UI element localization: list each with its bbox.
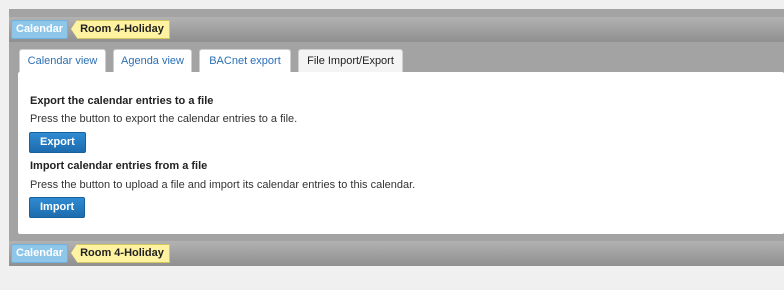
breadcrumb-footer-current: Room 4-Holiday [77, 243, 170, 263]
breadcrumb-current: Room 4-Holiday [77, 19, 170, 39]
tab-bacnet-export[interactable]: BACnet export [199, 49, 291, 72]
breadcrumb: Calendar Room 4-Holiday [11, 19, 170, 39]
import-heading: Import calendar entries from a file [30, 160, 208, 172]
footer-bar: Calendar Room 4-Holiday [9, 241, 784, 266]
breadcrumb-root-link[interactable]: Calendar [11, 19, 69, 39]
tab-agenda-view[interactable]: Agenda view [113, 49, 192, 72]
export-heading: Export the calendar entries to a file [30, 95, 214, 107]
export-button[interactable]: Export [29, 132, 86, 153]
import-button[interactable]: Import [29, 197, 86, 218]
export-description: Press the button to export the calendar … [30, 113, 298, 125]
breadcrumb-footer-root-link[interactable]: Calendar [11, 243, 69, 263]
tab-calendar-view[interactable]: Calendar view [19, 49, 106, 72]
calendar-panel: Calendar Room 4-Holiday Calendar view Ag… [9, 9, 784, 266]
header-bar: Calendar Room 4-Holiday [9, 17, 784, 42]
import-description: Press the button to upload a file and im… [30, 179, 416, 191]
tab-content: Export the calendar entries to a file Pr… [18, 72, 784, 234]
breadcrumb-footer: Calendar Room 4-Holiday [11, 243, 170, 263]
tab-file-import-export[interactable]: File Import/Export [298, 49, 403, 74]
